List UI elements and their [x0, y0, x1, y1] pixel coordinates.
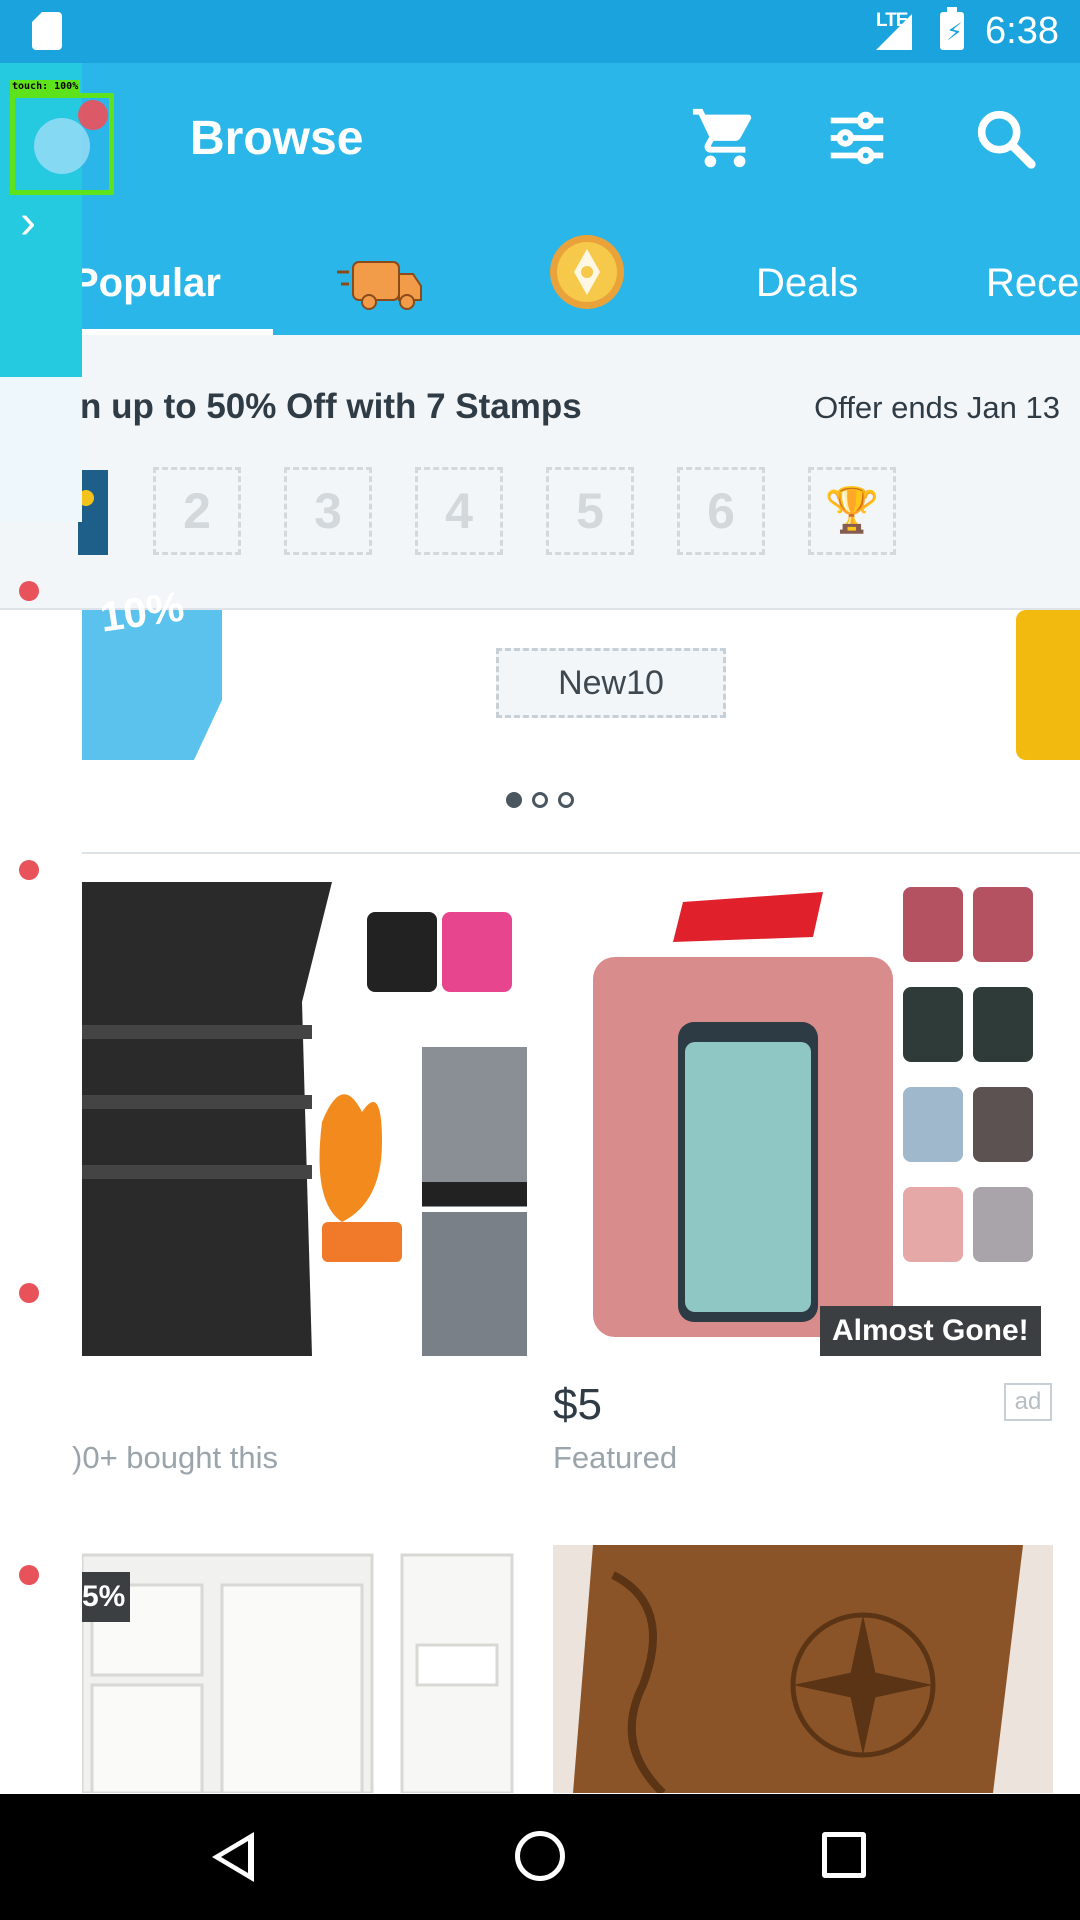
- chevron-right-icon: ›: [20, 196, 36, 249]
- page-title: Browse: [190, 112, 364, 165]
- cart-button[interactable]: [690, 103, 760, 173]
- product-social-proof: )0+ bought this: [72, 1440, 278, 1475]
- leather-journal-image: [553, 1545, 1053, 1793]
- product-image[interactable]: [553, 882, 1053, 1356]
- expand-sidebar-button[interactable]: ›: [20, 195, 36, 250]
- stamp-slot: 3: [284, 467, 372, 555]
- search-button[interactable]: [970, 103, 1040, 173]
- discount-badge: 5%: [82, 1572, 130, 1622]
- promo-code[interactable]: New10: [496, 648, 726, 718]
- sd-card-icon: [32, 12, 62, 50]
- tab-shipping[interactable]: [335, 251, 425, 315]
- carousel-dot: [532, 792, 548, 808]
- stamp-slot: 6: [677, 467, 765, 555]
- waist-trainer-image: [82, 882, 527, 1356]
- sliders-icon: [830, 111, 884, 165]
- status-bar: LTE ⚡ 6:38: [0, 0, 1080, 63]
- stamp-rewards-banner[interactable]: n up to 50% Off with 7 Stamps Offer ends…: [0, 335, 1080, 610]
- almost-gone-badge: Almost Gone!: [820, 1306, 1041, 1356]
- screen: LTE ⚡ 6:38 Browse Popular Deals Rece n u…: [0, 0, 1080, 1920]
- product-image[interactable]: [553, 1545, 1053, 1793]
- gold-coin-icon: [550, 235, 624, 309]
- trophy-stamp-slot: 🏆: [808, 467, 896, 555]
- trophy-icon: 🏆: [824, 486, 880, 535]
- filter-button[interactable]: [822, 103, 892, 173]
- touch-trace-dot: [19, 1565, 39, 1585]
- search-icon: [977, 110, 1036, 169]
- stamp-banner-title: n up to 50% Off with 7 Stamps: [80, 387, 582, 426]
- stamp-slot: 4: [415, 467, 503, 555]
- tab-recent[interactable]: Rece: [986, 231, 1079, 335]
- touch-trace-dot: [19, 1283, 39, 1303]
- offer-end-date: Offer ends Jan 13: [814, 390, 1060, 425]
- system-nav-bar: [0, 1794, 1080, 1920]
- product-price: $5: [553, 1380, 602, 1429]
- charging-icon: ⚡: [946, 19, 963, 46]
- tab-rewards-icon-wrap: [548, 233, 626, 311]
- app-bar: Browse Popular Deals Rece: [0, 63, 1080, 335]
- cart-icon: [692, 108, 752, 168]
- collected-stamp-icon: [78, 470, 108, 555]
- touch-debug-label: touch: 100%: [10, 80, 81, 93]
- delivery-truck-icon: [337, 261, 422, 310]
- product-image[interactable]: [82, 882, 527, 1356]
- divider: [82, 852, 1080, 854]
- tab-deals[interactable]: Deals: [756, 231, 858, 335]
- touch-point-icon: [34, 118, 90, 174]
- phone-bag-image: [553, 882, 1053, 1356]
- cabinet-image: [82, 1545, 527, 1793]
- network-type: LTE: [876, 10, 909, 31]
- home-button[interactable]: [515, 1831, 565, 1881]
- tab-popular[interactable]: Popular: [72, 231, 221, 335]
- carousel-dot-active: [506, 792, 522, 808]
- stamp-slot: 2: [153, 467, 241, 555]
- recents-button[interactable]: [822, 1832, 866, 1878]
- product-featured-label: Featured: [553, 1440, 678, 1475]
- sidebar-shadow: [0, 377, 82, 522]
- touch-trace-dot: [19, 581, 39, 601]
- product-image[interactable]: [82, 1545, 527, 1793]
- category-tabs: Popular Deals Rece: [0, 231, 1080, 335]
- back-button[interactable]: [212, 1832, 254, 1882]
- carousel-dot: [558, 792, 574, 808]
- next-promo-banner[interactable]: [1016, 610, 1080, 760]
- touch-marker-icon: [78, 100, 108, 130]
- touch-trace-dot: [19, 860, 39, 880]
- clock: 6:38: [985, 10, 1059, 52]
- carousel-indicator: [0, 792, 1080, 813]
- stamp-slot: 5: [546, 467, 634, 555]
- ad-label: ad: [1004, 1383, 1052, 1421]
